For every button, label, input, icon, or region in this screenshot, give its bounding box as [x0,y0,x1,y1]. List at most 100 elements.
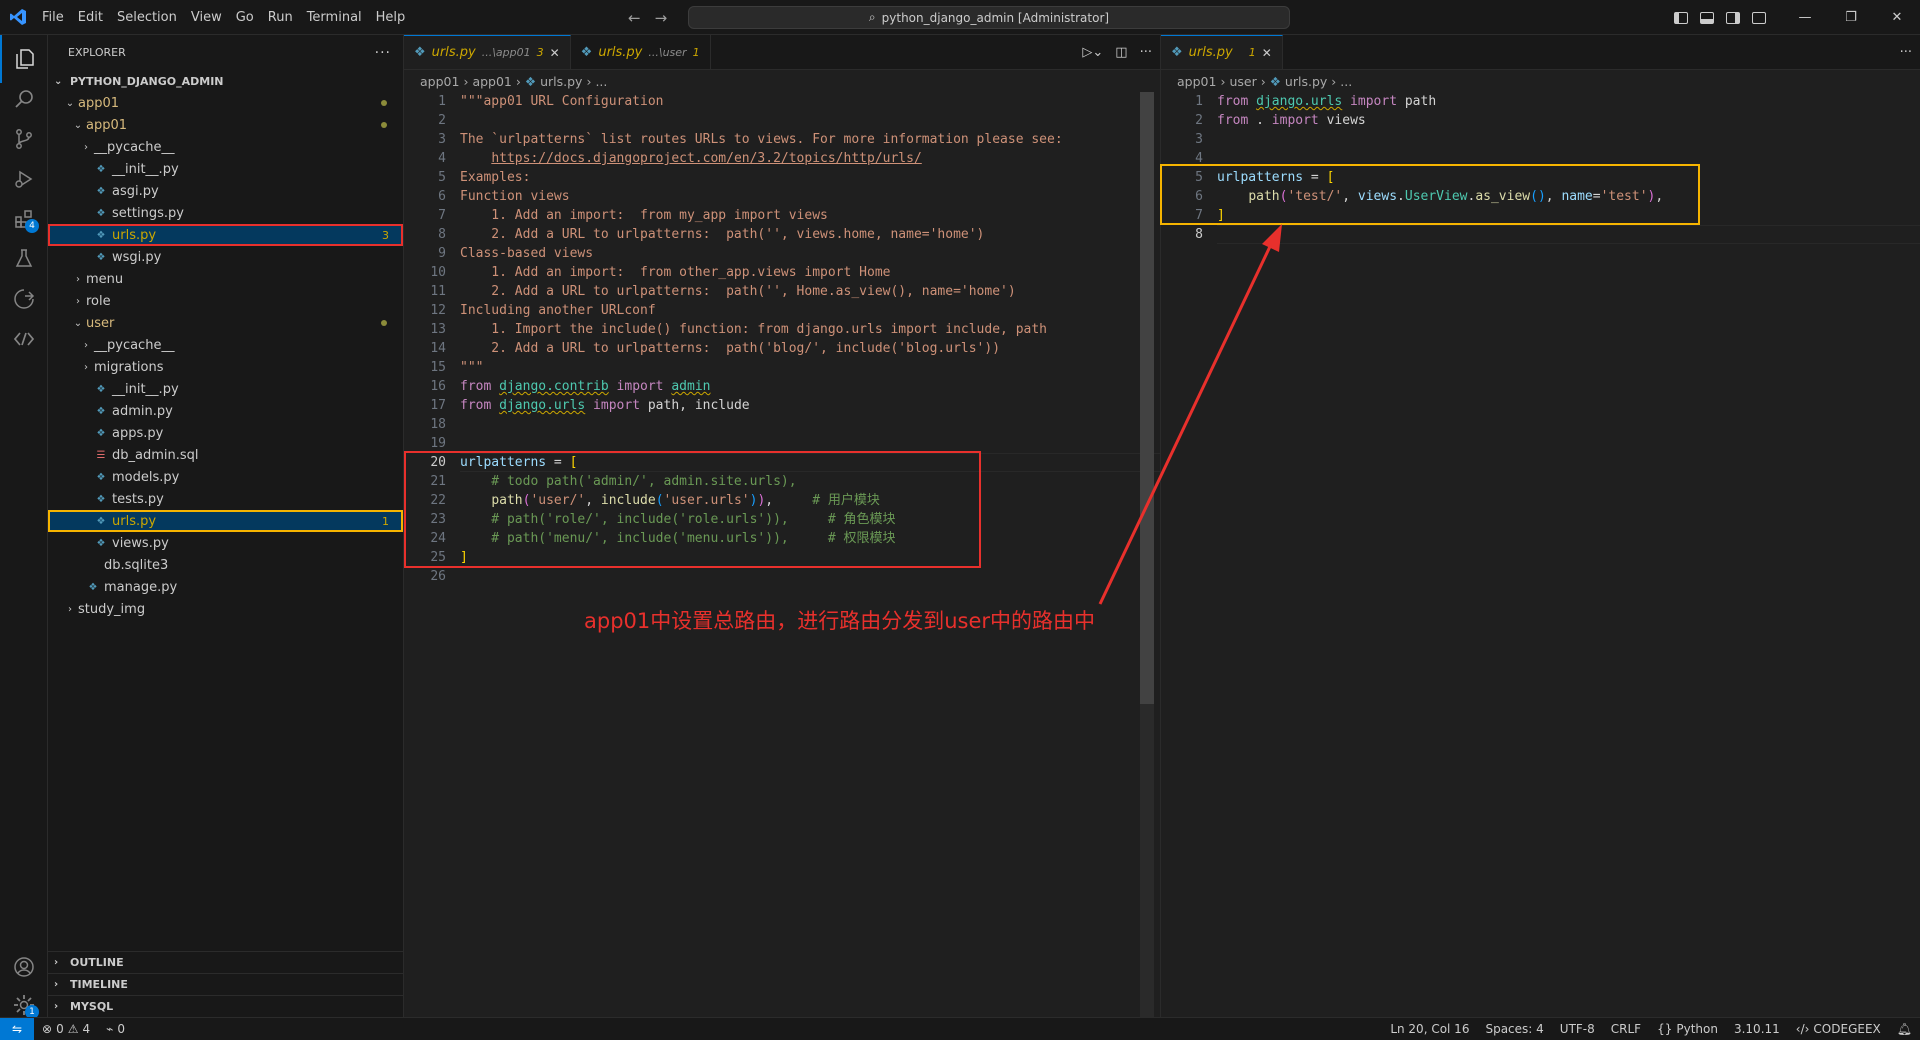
tab-user-urls[interactable]: ❖ urls.py ...\user 1 [570,35,711,69]
code-token: 1. Add an import: from my_app import vie… [460,208,828,223]
breadcrumb-item[interactable]: urls.py [540,74,582,89]
remote-indicator-icon[interactable]: ⇋ [0,1018,34,1040]
line-number: 18 [430,417,446,432]
tab-app01-urls[interactable]: ❖ urls.py ...\app01 3 ✕ [404,35,571,69]
code-line: 1 """app01 URL Configuration [404,92,1160,111]
tree-file[interactable]: ❖ tests.py [48,488,403,510]
tree-file[interactable]: ❖ apps.py [48,422,403,444]
close-tab-icon[interactable]: ✕ [1262,46,1272,60]
tree-file[interactable]: ☰ db_admin.sql [48,444,403,466]
more-actions-icon[interactable]: ··· [375,45,391,61]
more-actions-icon[interactable]: ··· [1140,45,1152,60]
modified-dot [381,122,387,128]
breadcrumb-item[interactable]: app01 [420,74,459,89]
codegeex-icon: ‹/› [1795,1022,1810,1036]
tree-folder[interactable]: › menu [48,268,403,290]
tree-file[interactable]: ❖ __init__.py [48,378,403,400]
code-token: import [608,379,672,394]
line-number: 17 [430,398,446,413]
tree-file[interactable]: ❖ models.py [48,466,403,488]
tab-label: urls.py [431,45,476,60]
toggle-primary-sidebar-icon[interactable] [1668,0,1694,35]
problems-indicator[interactable]: ⊗ 0 ⚠ 4 [34,1022,98,1036]
scrollbar-thumb[interactable] [1140,92,1154,704]
tree-file[interactable]: ❖ urls.py 1 [48,510,403,532]
code-text: from . import views [1217,111,1366,130]
tree-folder[interactable]: › __pycache__ [48,334,403,356]
problem-count: 1 [382,514,389,528]
minimize-icon[interactable]: — [1782,0,1828,35]
menu-go[interactable]: Go [229,0,261,35]
menu-terminal[interactable]: Terminal [300,0,369,35]
python-interpreter[interactable]: 3.10.11 [1726,1022,1788,1036]
breadcrumb-item[interactable]: app01 [1177,74,1216,89]
toggle-panel-icon[interactable] [1694,0,1720,35]
tree-file[interactable]: ❖ settings.py [48,202,403,224]
code-text: Including another URLconf [460,301,656,320]
customize-layout-icon[interactable] [1746,0,1772,35]
code-token: from [1217,94,1257,109]
tree-item-label: __pycache__ [94,139,175,155]
tree-folder[interactable]: › study_img [48,598,403,620]
end-of-line[interactable]: CRLF [1603,1022,1649,1036]
tree-file[interactable]: ❖ views.py [48,532,403,554]
database-file-icon: ☰ [96,449,106,461]
section-timeline[interactable]: › TIMELINE [48,973,403,995]
tree-file[interactable]: db.sqlite3 [48,554,403,576]
tree-item-label: app01 [78,95,120,111]
menu-file[interactable]: File [35,0,71,35]
menu-selection[interactable]: Selection [110,0,184,35]
tree-folder[interactable]: › __pycache__ [48,136,403,158]
menu-run[interactable]: Run [261,0,300,35]
go-back-icon[interactable]: ← [628,9,641,27]
chevron-right-icon: › [54,957,59,968]
tree-folder[interactable]: ⌄ app01 [48,92,403,114]
tree-file[interactable]: ❖ manage.py [48,576,403,598]
tree-folder[interactable]: ⌄ user [48,312,403,334]
indentation[interactable]: Spaces: 4 [1477,1022,1551,1036]
tree-file[interactable]: ❖ wsgi.py [48,246,403,268]
menu-help[interactable]: Help [369,0,413,35]
tree-folder[interactable]: ⌄ app01 [48,114,403,136]
tree-folder[interactable]: › role [48,290,403,312]
ports-indicator[interactable]: ⌁ 0 [98,1022,133,1036]
code-token: from [1217,113,1257,128]
close-window-icon[interactable]: ✕ [1874,0,1920,35]
code-line: 12 Including another URLconf [404,301,1160,320]
vertical-scrollbar[interactable] [1140,92,1154,1017]
breadcrumb-item[interactable]: ... [1340,74,1352,89]
breadcrumb-item[interactable]: user [1229,74,1256,89]
breadcrumb-item[interactable]: urls.py [1285,74,1327,89]
breadcrumb-item[interactable]: app01 [472,74,511,89]
tree-file[interactable]: ❖ __init__.py [48,158,403,180]
tree-file[interactable]: ❖ urls.py 3 [48,224,403,246]
braces-icon: {} [1657,1022,1673,1036]
split-editor-icon[interactable]: ◫ [1115,45,1127,60]
close-tab-icon[interactable]: ✕ [550,46,560,60]
code-line: 17 from django.urls import path, include [404,396,1160,415]
tree-file[interactable]: ❖ admin.py [48,400,403,422]
restore-icon[interactable]: ❐ [1828,0,1874,35]
section-outline[interactable]: › OUTLINE [48,951,403,973]
notifications-icon[interactable]: 🔔︎ [1889,1022,1920,1036]
breadcrumb-item[interactable]: ... [595,74,607,89]
language-mode[interactable]: {} Python [1649,1022,1726,1036]
tree-file[interactable]: ❖ asgi.py [48,180,403,202]
go-forward-icon[interactable]: → [655,9,668,27]
command-center[interactable]: ⌕ python_django_admin [Administrator] [688,6,1290,29]
project-root[interactable]: ⌄ PYTHON_DJANGO_ADMIN [48,70,403,92]
run-python-file-icon[interactable]: ▷⌄ [1082,45,1103,60]
tree-folder[interactable]: › migrations [48,356,403,378]
sqlite-file-icon [86,558,100,572]
more-actions-icon[interactable]: ··· [1900,45,1912,60]
encoding[interactable]: UTF-8 [1552,1022,1603,1036]
section-mysql[interactable]: › MYSQL [48,995,403,1017]
menu-view[interactable]: View [184,0,229,35]
codegeex-status[interactable]: ‹/› CODEGEEX [1788,1022,1889,1036]
codegeex-icon[interactable] [0,315,48,363]
cursor-position[interactable]: Ln 20, Col 16 [1382,1022,1477,1036]
toggle-secondary-sidebar-icon[interactable] [1720,0,1746,35]
menu-edit[interactable]: Edit [71,0,110,35]
tab-user-urls-right[interactable]: ❖ urls.py 1 ✕ [1161,35,1283,69]
explorer-sidebar: EXPLORER ··· ⌄ PYTHON_DJANGO_ADMIN ⌄ app0… [48,35,404,1017]
